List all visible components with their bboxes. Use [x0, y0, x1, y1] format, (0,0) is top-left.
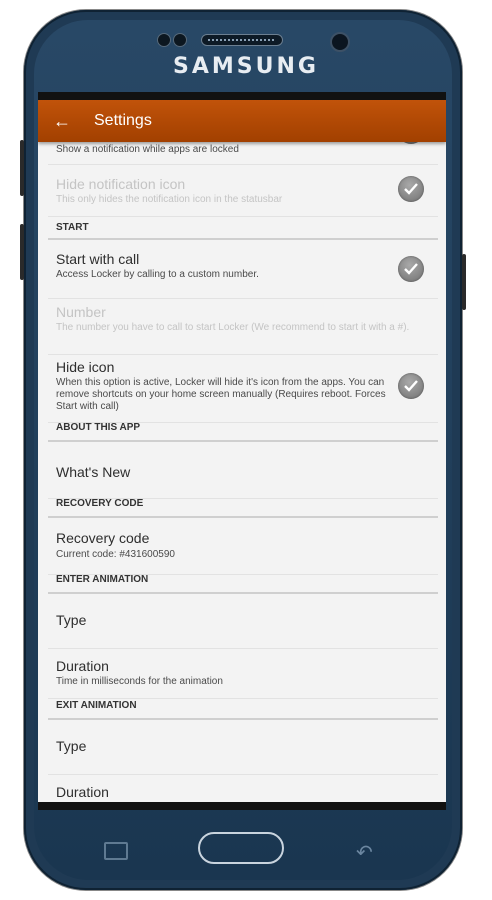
arrow-left-icon[interactable]: ← — [42, 111, 82, 132]
proximity-sensor — [157, 33, 171, 47]
toolbar: ← Settings — [38, 100, 446, 142]
light-sensor — [173, 33, 187, 47]
category-about: ABOUT THIS APP — [48, 422, 438, 442]
category-recovery-code: RECOVERY CODE — [48, 498, 438, 518]
pref-summary: Access Locker by calling to a custom num… — [56, 269, 259, 280]
category-enter-animation: ENTER ANIMATION — [48, 574, 438, 594]
pref-enter-type[interactable]: Type — [48, 596, 438, 649]
checkbox-checked-icon — [398, 176, 424, 202]
checkbox-checked-icon[interactable] — [398, 373, 424, 399]
pref-title: Duration — [56, 658, 109, 674]
power-button — [462, 254, 466, 310]
pref-title: Type — [56, 738, 87, 754]
screen: ← Settings Show a notification while app… — [38, 92, 446, 810]
pref-enter-duration[interactable]: Duration Time in milliseconds for the an… — [48, 648, 438, 699]
pref-exit-duration[interactable]: Duration Time in milliseconds for the an… — [48, 774, 438, 810]
pref-recovery-code[interactable]: Recovery code Current code: #431600590 — [48, 520, 438, 575]
category-start: START — [48, 222, 438, 240]
brand-logo: SAMSUNG — [173, 54, 319, 79]
pref-summary: The number you have to call to start Loc… — [56, 322, 410, 333]
pref-title: Recovery code — [56, 530, 150, 546]
volume-button — [20, 140, 24, 196]
pref-summary: Show a notification while apps are locke… — [56, 144, 239, 155]
pref-summary: Time in milliseconds for the animation — [56, 802, 223, 810]
bixby-button — [20, 224, 24, 280]
recent-apps-icon[interactable] — [104, 842, 128, 860]
pref-summary: Current code: #431600590 — [56, 549, 175, 560]
pref-title: Number — [56, 304, 106, 320]
pref-number: Number The number you have to call to st… — [48, 298, 438, 355]
pref-title: Duration — [56, 784, 109, 800]
pref-summary: Time in milliseconds for the animation — [56, 676, 223, 687]
home-button[interactable] — [198, 832, 284, 864]
pref-title: Hide notification icon — [56, 176, 186, 192]
checkbox-checked-icon[interactable] — [398, 256, 424, 282]
pref-hide-notification-icon: Hide notification icon This only hides t… — [48, 164, 438, 217]
front-camera — [330, 32, 350, 52]
pref-summary: This only hides the notification icon in… — [56, 194, 283, 205]
hardware-navbar: ↶ — [38, 818, 446, 880]
pref-title: Hide icon — [56, 359, 115, 375]
pref-start-with-call[interactable]: Start with call Access Locker by calling… — [48, 246, 438, 299]
pref-hide-icon[interactable]: Hide icon When this option is active, Lo… — [48, 354, 438, 423]
page-title: Settings — [94, 112, 152, 129]
earpiece-speaker — [201, 34, 283, 46]
back-icon[interactable]: ↶ — [356, 840, 373, 865]
pref-exit-type[interactable]: Type — [48, 722, 438, 775]
pref-title: What's New — [56, 464, 131, 480]
pref-summary: When this option is active, Locker will … — [56, 377, 386, 412]
pref-title: Start with call — [56, 251, 140, 267]
pref-whats-new[interactable]: What's New — [48, 444, 438, 499]
category-exit-animation: EXIT ANIMATION — [48, 700, 438, 720]
pref-title: Type — [56, 612, 87, 628]
